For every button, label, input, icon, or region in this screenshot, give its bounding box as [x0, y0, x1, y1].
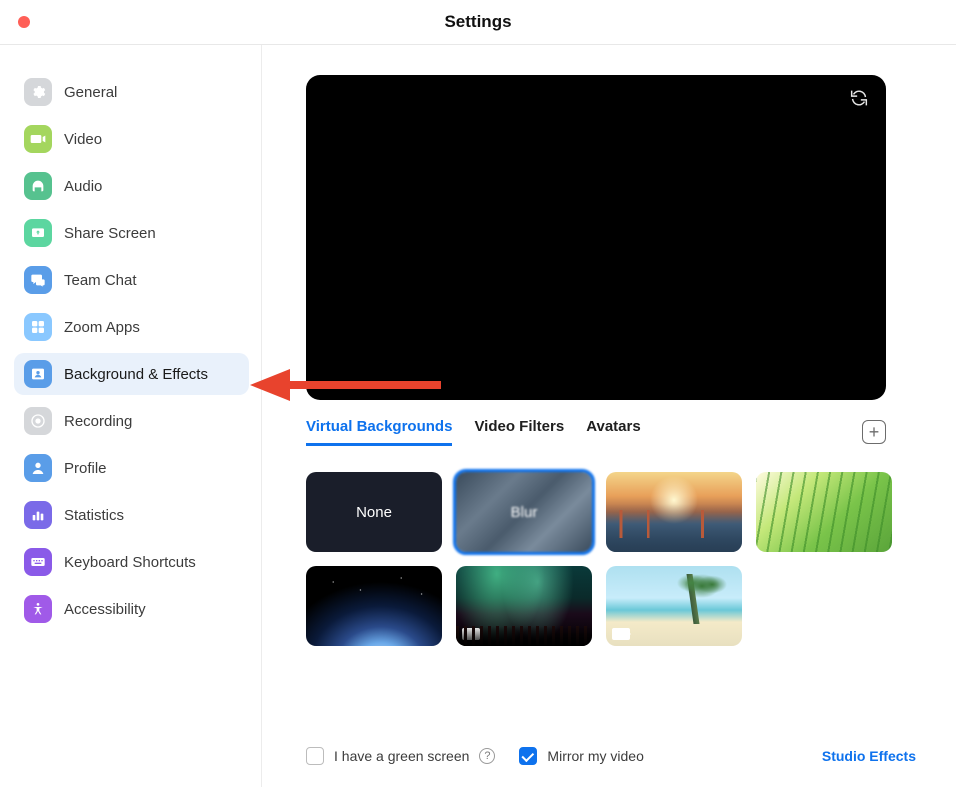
background-thumb-bridge[interactable] — [606, 472, 742, 552]
sidebar-item-video[interactable]: Video — [14, 118, 249, 160]
green-screen-help-icon[interactable]: ? — [479, 748, 495, 764]
add-background-button[interactable]: + — [862, 420, 886, 444]
sidebar-item-accessibility[interactable]: Accessibility — [14, 588, 249, 630]
sidebar-item-statistics[interactable]: Statistics — [14, 494, 249, 536]
green-screen-label: I have a green screen — [334, 748, 469, 764]
headphones-icon — [24, 172, 52, 200]
video-icon — [24, 125, 52, 153]
background-thumb-blur[interactable]: Blur — [456, 472, 592, 552]
sidebar-item-share-screen[interactable]: Share Screen — [14, 212, 249, 254]
apps-icon — [24, 313, 52, 341]
background-thumb-grass[interactable] — [756, 472, 892, 552]
close-window-button[interactable] — [18, 16, 30, 28]
settings-sidebar: General Video Audio Share Screen Team Chat Zo… — [0, 45, 262, 787]
tab-virtual-backgrounds[interactable]: Virtual Backgrounds — [306, 418, 452, 446]
recording-icon — [24, 407, 52, 435]
sidebar-item-label: Zoom Apps — [64, 319, 140, 336]
sidebar-item-label: Statistics — [64, 507, 124, 524]
sidebar-item-profile[interactable]: Profile — [14, 447, 249, 489]
gear-icon — [24, 78, 52, 106]
tab-avatars[interactable]: Avatars — [586, 418, 640, 446]
sidebar-item-label: Recording — [64, 413, 132, 430]
sidebar-item-team-chat[interactable]: Team Chat — [14, 259, 249, 301]
effects-tabs: Virtual Backgrounds Video Filters Avatars — [306, 418, 641, 446]
thumb-label: Blur — [511, 504, 538, 521]
mirror-video-checkbox[interactable] — [519, 747, 537, 765]
video-indicator-icon — [612, 628, 630, 640]
share-screen-icon — [24, 219, 52, 247]
sidebar-item-label: Accessibility — [64, 601, 146, 618]
sidebar-item-zoom-apps[interactable]: Zoom Apps — [14, 306, 249, 348]
keyboard-icon — [24, 548, 52, 576]
video-indicator-icon — [462, 628, 480, 640]
sidebar-item-label: Audio — [64, 178, 102, 195]
sidebar-item-label: Team Chat — [64, 272, 137, 289]
statistics-icon — [24, 501, 52, 529]
titlebar: Settings — [0, 0, 956, 45]
main-panel: Virtual BackgroundsVideo FiltersAvatars … — [262, 45, 956, 787]
green-screen-checkbox[interactable] — [306, 747, 324, 765]
video-preview — [306, 75, 886, 400]
accessibility-icon — [24, 595, 52, 623]
chat-icon — [24, 266, 52, 294]
thumb-label: None — [356, 504, 392, 521]
studio-effects-link[interactable]: Studio Effects — [822, 748, 916, 764]
bottom-options: I have a green screen ? Mirror my video … — [306, 747, 916, 765]
mirror-video-label: Mirror my video — [547, 748, 643, 764]
sidebar-item-background-effects[interactable]: Background & Effects — [14, 353, 249, 395]
window-title: Settings — [0, 12, 956, 32]
sidebar-item-label: Video — [64, 131, 102, 148]
background-effects-icon — [24, 360, 52, 388]
sidebar-item-label: Keyboard Shortcuts — [64, 554, 196, 571]
background-thumb-aurora[interactable] — [456, 566, 592, 646]
sidebar-item-label: Profile — [64, 460, 107, 477]
sidebar-item-audio[interactable]: Audio — [14, 165, 249, 207]
background-thumbnails: None Blur — [306, 472, 906, 646]
sidebar-item-label: General — [64, 84, 117, 101]
profile-icon — [24, 454, 52, 482]
sidebar-item-recording[interactable]: Recording — [14, 400, 249, 442]
background-thumb-earth[interactable] — [306, 566, 442, 646]
background-thumb-none[interactable]: None — [306, 472, 442, 552]
background-thumb-beach[interactable] — [606, 566, 742, 646]
sidebar-item-label: Background & Effects — [64, 366, 208, 383]
sidebar-item-general[interactable]: General — [14, 71, 249, 113]
sidebar-item-label: Share Screen — [64, 225, 156, 242]
rotate-camera-icon[interactable] — [848, 87, 872, 111]
sidebar-item-keyboard-shortcuts[interactable]: Keyboard Shortcuts — [14, 541, 249, 583]
tab-video-filters[interactable]: Video Filters — [474, 418, 564, 446]
